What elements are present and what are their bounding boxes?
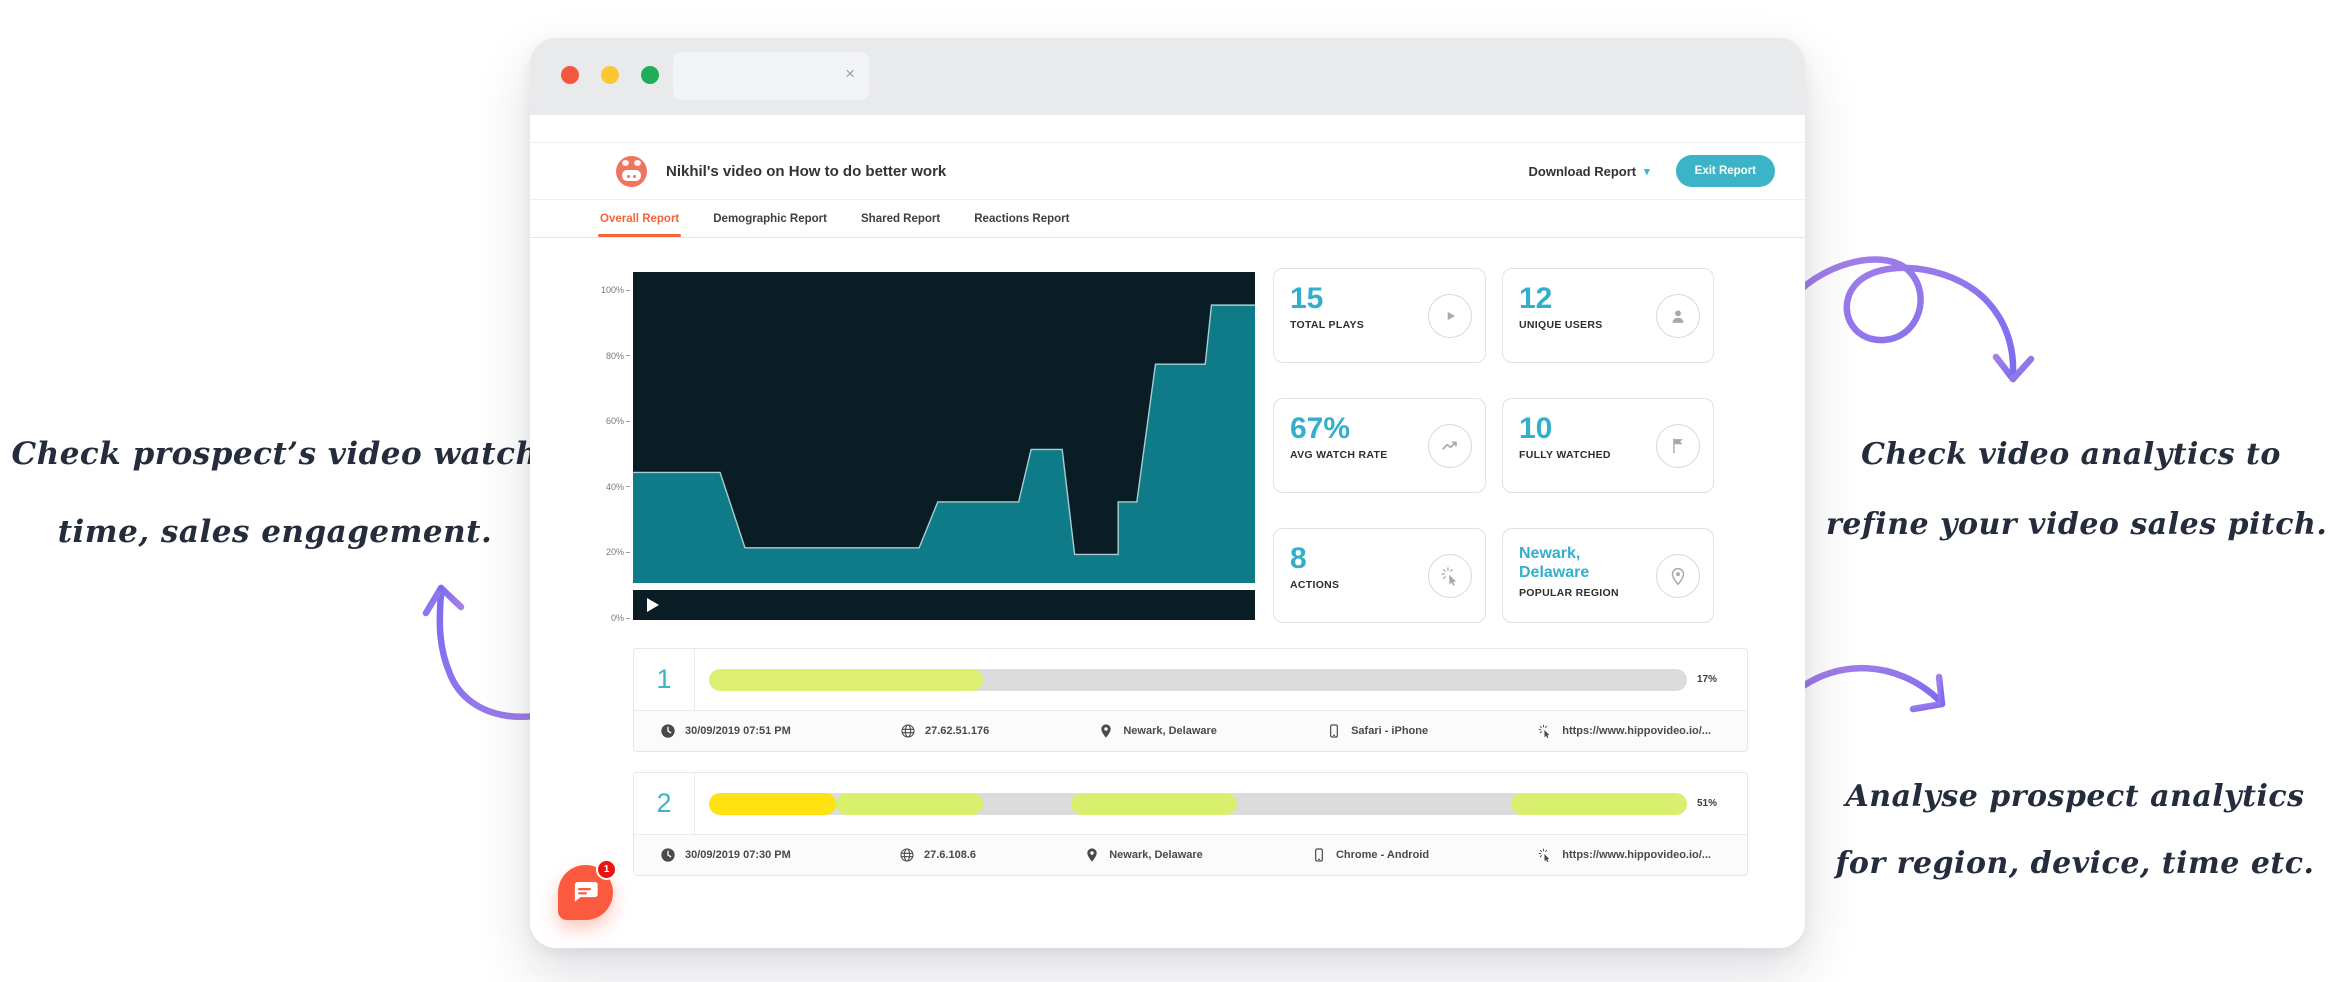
click-icon xyxy=(1537,847,1553,863)
play-circle-icon xyxy=(1428,294,1472,338)
chat-widget-button[interactable]: 1 xyxy=(558,865,613,920)
watched-segment xyxy=(1071,793,1237,815)
tab-close-icon[interactable]: × xyxy=(845,64,855,84)
flag-icon xyxy=(1656,424,1700,468)
meta-source-url: https://www.hippovideo.io/... xyxy=(1537,847,1711,863)
y-axis-tick: 80% xyxy=(606,351,630,361)
annotation-left-line1: Check prospect’s video watch xyxy=(8,415,542,493)
pin-icon xyxy=(1098,723,1114,739)
stat-cards: 15 TOTAL PLAYS 12 UNIQUE USERS 67% AVG W… xyxy=(1273,268,1714,623)
minimize-window-button[interactable] xyxy=(601,66,619,84)
browser-window: × Nikhil's video on How to do better wor… xyxy=(530,38,1805,948)
curved-arrow-right-icon xyxy=(1792,650,1972,750)
meta-location: Newark, Delaware xyxy=(1084,847,1203,863)
prospect-row-1[interactable]: 1 17% 30/09/2019 07:51 PM 27.62.51.176 xyxy=(633,648,1748,752)
annotation-bottom-right-line2: for region, device, time etc. xyxy=(1826,830,2324,897)
watched-segment xyxy=(709,793,836,815)
trend-icon xyxy=(1428,424,1472,468)
meta-time: 30/09/2019 07:30 PM xyxy=(660,847,791,863)
loop-arrow-icon xyxy=(1788,246,2038,406)
y-axis-tick: 20% xyxy=(606,547,630,557)
meta-ip: 27.6.108.6 xyxy=(899,847,976,863)
click-icon xyxy=(1537,723,1553,739)
prospect-row-2[interactable]: 2 51% 30/09/2019 07:30 PM 27.6.108.6 Ne xyxy=(633,772,1748,876)
notification-badge: 1 xyxy=(596,859,617,880)
player-control-bar xyxy=(633,590,1255,620)
watch-progress-bar xyxy=(709,669,1687,691)
exit-report-button[interactable]: Exit Report xyxy=(1676,155,1775,187)
y-axis-tick: 40% xyxy=(606,482,630,492)
report-header: Nikhil's video on How to do better work … xyxy=(530,142,1805,200)
meta-location: Newark, Delaware xyxy=(1098,723,1217,739)
stat-card-total-plays: 15 TOTAL PLAYS xyxy=(1273,268,1486,363)
hippo-logo-icon xyxy=(616,156,647,187)
annotation-top-right-line1: Check video analytics to xyxy=(1826,420,2316,490)
watched-segment xyxy=(1511,793,1687,815)
meta-source-url: https://www.hippovideo.io/... xyxy=(1537,723,1711,739)
annotation-top-right: Check video analytics to refine your vid… xyxy=(1826,420,2316,560)
annotation-left: Check prospect’s video watch time, sales… xyxy=(8,415,542,571)
device-icon xyxy=(1326,723,1342,739)
download-report-button[interactable]: Download Report ▾ xyxy=(1529,164,1650,179)
y-axis-tick: 0% xyxy=(611,613,630,623)
watch-progress-bar xyxy=(709,793,1687,815)
report-tabs: Overall Report Demographic Report Shared… xyxy=(530,200,1805,238)
video-player[interactable] xyxy=(633,272,1255,620)
row-meta: 30/09/2019 07:30 PM 27.6.108.6 Newark, D… xyxy=(634,834,1747,875)
stat-card-popular-region: Newark, Delaware POPULAR REGION xyxy=(1502,528,1714,623)
annotation-bottom-right-line1: Analyse prospect analytics xyxy=(1826,763,2324,830)
watch-percent: 51% xyxy=(1697,798,1731,809)
page-title: Nikhil's video on How to do better work xyxy=(666,163,946,180)
tab-demographic-report[interactable]: Demographic Report xyxy=(713,200,827,237)
chevron-down-icon: ▾ xyxy=(1644,165,1650,178)
row-index: 1 xyxy=(634,649,695,710)
play-icon[interactable] xyxy=(647,598,659,612)
stat-card-unique-users: 12 UNIQUE USERS xyxy=(1502,268,1714,363)
y-axis-tick: 60% xyxy=(606,416,630,426)
watched-segment xyxy=(836,793,983,815)
y-axis-tick: 100% xyxy=(601,285,630,295)
player-progress-line xyxy=(633,583,1255,590)
stat-card-fully-watched: 10 FULLY WATCHED xyxy=(1502,398,1714,493)
browser-tab[interactable]: × xyxy=(673,52,869,100)
user-icon xyxy=(1656,294,1700,338)
annotation-bottom-right: Analyse prospect analytics for region, d… xyxy=(1826,763,2324,897)
tab-shared-report[interactable]: Shared Report xyxy=(861,200,940,237)
watch-rate-area-chart xyxy=(633,292,1255,620)
location-icon xyxy=(1656,554,1700,598)
annotation-top-right-line2: refine your video sales pitch. xyxy=(1826,490,2316,560)
zoom-window-button[interactable] xyxy=(641,66,659,84)
browser-chrome: × xyxy=(530,38,1805,115)
watch-percent: 17% xyxy=(1697,674,1731,685)
meta-ip: 27.62.51.176 xyxy=(900,723,989,739)
close-window-button[interactable] xyxy=(561,66,579,84)
meta-time: 30/09/2019 07:51 PM xyxy=(660,723,791,739)
watched-segment xyxy=(709,669,983,691)
chat-bubble-icon xyxy=(572,881,599,904)
meta-device: Chrome - Android xyxy=(1311,847,1429,863)
stat-card-actions: 8 ACTIONS xyxy=(1273,528,1486,623)
row-meta: 30/09/2019 07:51 PM 27.62.51.176 Newark,… xyxy=(634,710,1747,751)
stat-card-avg-watch-rate: 67% AVG WATCH RATE xyxy=(1273,398,1486,493)
globe-icon xyxy=(899,847,915,863)
device-icon xyxy=(1311,847,1327,863)
clock-icon xyxy=(660,723,676,739)
tab-reactions-report[interactable]: Reactions Report xyxy=(974,200,1069,237)
page: Check prospect’s video watch time, sales… xyxy=(0,0,2349,982)
click-icon xyxy=(1428,554,1472,598)
meta-device: Safari - iPhone xyxy=(1326,723,1428,739)
globe-icon xyxy=(900,723,916,739)
row-index: 2 xyxy=(634,773,695,834)
tab-overall-report[interactable]: Overall Report xyxy=(600,200,679,237)
clock-icon xyxy=(660,847,676,863)
pin-icon xyxy=(1084,847,1100,863)
